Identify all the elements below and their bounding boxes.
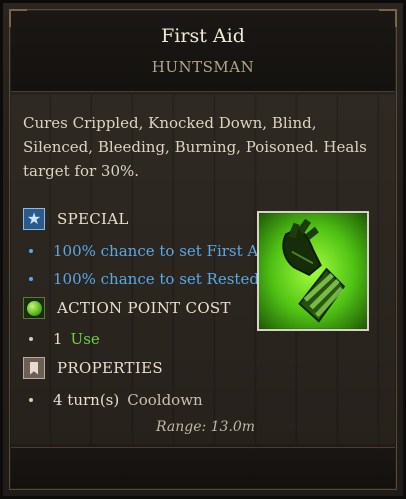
- bullet-icon: [29, 398, 33, 402]
- skill-portrait: [257, 211, 369, 331]
- skill-school: HUNTSMAN: [151, 58, 255, 76]
- special-section-header: ★ SPECIAL: [23, 208, 129, 230]
- ap-cost-item: 1 Use: [29, 330, 100, 348]
- tooltip-footer: [11, 447, 395, 488]
- ap-cost-label: ACTION POINT COST: [57, 299, 231, 317]
- special-label: SPECIAL: [57, 210, 129, 228]
- cooldown-value: 4 turn(s): [53, 391, 120, 409]
- ap-cost-value: 1: [53, 330, 63, 348]
- skill-title: First Aid: [161, 25, 245, 47]
- ap-cost-section-header: ACTION POINT COST: [23, 297, 231, 319]
- ap-cost-unit: Use: [70, 330, 100, 348]
- bandaged-arm-icon: [259, 213, 367, 329]
- bullet-icon: [29, 249, 33, 253]
- properties-section-header: PROPERTIES: [23, 357, 163, 379]
- green-orb-icon: [23, 297, 45, 319]
- skill-description: Cures Crippled, Knocked Down, Blind, Sil…: [23, 114, 367, 180]
- cooldown-item: 4 turn(s) Cooldown: [29, 391, 203, 409]
- special-effect-text: 100% chance to set First Aid: [53, 242, 273, 260]
- range-text: Range: 13.0m: [156, 419, 256, 435]
- cooldown-label: Cooldown: [127, 391, 203, 409]
- bullet-icon: [29, 277, 33, 281]
- bookmark-icon: [23, 357, 45, 379]
- bullet-icon: [29, 337, 33, 341]
- special-effect-item: 100% chance to set First Aid: [29, 242, 273, 260]
- skill-tooltip: First Aid HUNTSMAN Cures Crippled, Knock…: [0, 0, 406, 499]
- star-icon: ★: [23, 208, 45, 230]
- properties-label: PROPERTIES: [57, 359, 163, 377]
- tooltip-header: First Aid HUNTSMAN: [9, 9, 397, 92]
